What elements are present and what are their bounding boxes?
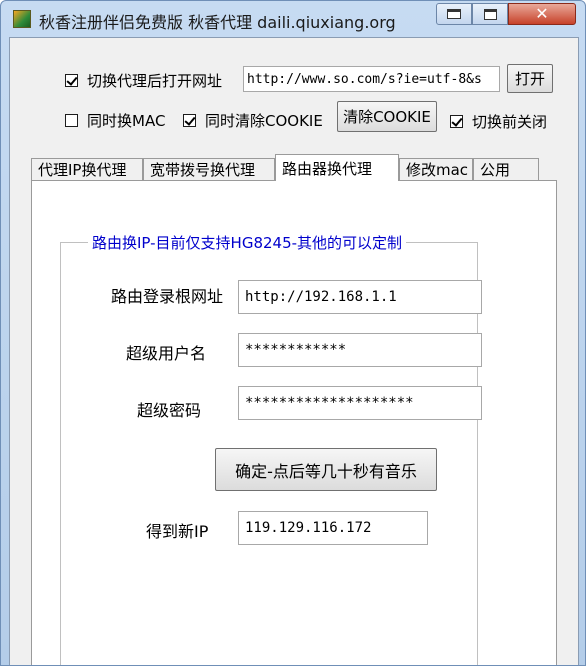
close-icon: ✕	[535, 4, 549, 23]
username-label: 超级用户名	[126, 344, 207, 363]
close-button[interactable]: ✕	[508, 3, 576, 25]
root-url-input[interactable]: http://192.168.1.1	[238, 280, 482, 314]
change-mac-checkbox-label: 同时换MAC	[87, 112, 166, 130]
tab-common[interactable]: 公用	[473, 158, 539, 180]
clear-cookie-checkbox-box[interactable]	[183, 114, 196, 127]
minimize-button[interactable]	[436, 3, 472, 25]
clear-cookie-checkbox[interactable]: 同时清除COOKIE	[183, 110, 323, 131]
open-url-checkbox-label: 切换代理后打开网址	[87, 72, 223, 90]
close-before-switch-checkbox-label: 切换前关闭	[472, 113, 548, 131]
window-title: 秋香注册伴侣免费版 秋香代理 daili.qiuxiang.org	[39, 13, 396, 32]
minimize-icon	[447, 9, 461, 19]
tab-label: 代理IP换代理	[38, 161, 127, 179]
app-icon	[13, 10, 31, 28]
tab-broadband-dial[interactable]: 宽带拨号换代理	[143, 158, 275, 180]
title-bar[interactable]: 秋香注册伴侣免费版 秋香代理 daili.qiuxiang.org ✕	[1, 1, 585, 37]
username-input[interactable]: ************	[238, 333, 482, 367]
url-input[interactable]: http://www.so.com/s?ie=utf-8&s	[243, 66, 500, 92]
router-group-title: 路由换IP-目前仅支持HG8245-其他的可以定制	[88, 232, 407, 253]
app-window: 秋香注册伴侣免费版 秋香代理 daili.qiuxiang.org ✕ 切换代理…	[0, 0, 586, 666]
clear-cookie-button[interactable]: 清除COOKIE	[337, 101, 437, 132]
tab-label: 宽带拨号换代理	[150, 161, 256, 179]
tab-proxy-ip[interactable]: 代理IP换代理	[31, 158, 143, 180]
new-ip-field[interactable]: 119.129.116.172	[238, 511, 428, 545]
confirm-button[interactable]: 确定-点后等几十秒有音乐	[215, 448, 437, 491]
change-mac-checkbox-box[interactable]	[65, 114, 78, 127]
tab-label: 公用	[480, 161, 511, 179]
open-url-checkbox-box[interactable]	[65, 74, 78, 87]
tab-label: 路由器换代理	[282, 159, 373, 178]
new-ip-label: 得到新IP	[146, 522, 209, 541]
open-url-checkbox[interactable]: 切换代理后打开网址	[65, 70, 222, 91]
clear-cookie-checkbox-label: 同时清除COOKIE	[205, 112, 323, 130]
password-input[interactable]: ********************	[238, 386, 482, 420]
root-url-label: 路由登录根网址	[111, 287, 224, 306]
maximize-button[interactable]	[472, 3, 508, 25]
tab-modify-mac[interactable]: 修改mac	[399, 158, 473, 180]
close-before-switch-checkbox[interactable]: 切换前关闭	[450, 111, 547, 132]
tab-router[interactable]: 路由器换代理	[275, 154, 399, 181]
maximize-icon	[483, 8, 497, 20]
tab-label: 修改mac	[406, 161, 469, 179]
open-button[interactable]: 打开	[507, 64, 553, 93]
password-label: 超级密码	[137, 401, 202, 420]
change-mac-checkbox[interactable]: 同时换MAC	[65, 110, 165, 131]
client-area: 切换代理后打开网址 http://www.so.com/s?ie=utf-8&s…	[9, 37, 579, 665]
close-before-switch-checkbox-box[interactable]	[450, 115, 463, 128]
